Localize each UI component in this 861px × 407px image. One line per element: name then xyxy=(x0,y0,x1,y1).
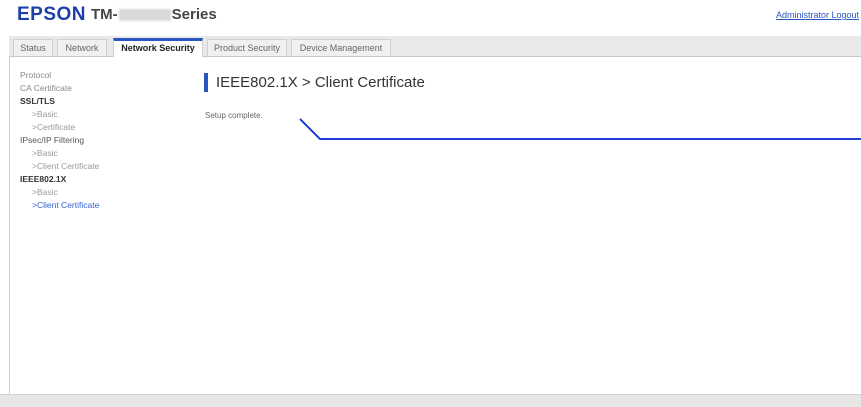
callout-line-path xyxy=(299,118,861,140)
callout-pointer-line xyxy=(299,118,861,140)
